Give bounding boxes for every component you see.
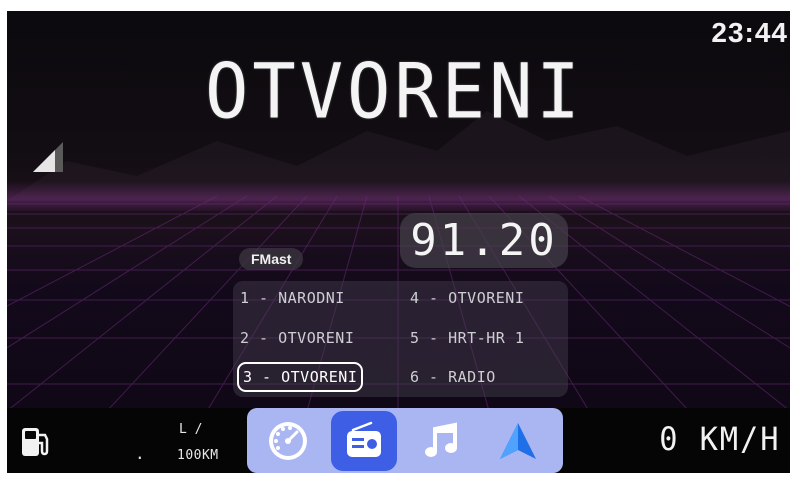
fuel-value: .	[135, 444, 145, 463]
radio-screen: 23:44 OTVORENI FMast 91.20 1 - NARODNI 2…	[7, 11, 790, 473]
radio-app-button[interactable]	[331, 411, 397, 471]
preset-3[interactable]: 3 - OTVORENI	[237, 362, 364, 392]
radio-icon	[347, 421, 381, 457]
preset-4[interactable]: 4 - OTVORENI	[410, 285, 524, 311]
fuel-unit: L /	[179, 422, 203, 437]
music-note-icon	[425, 422, 457, 457]
station-name: OTVORENI	[205, 46, 584, 136]
frequency-display[interactable]: 91.20	[400, 213, 568, 268]
navigation-arrow-icon	[500, 423, 536, 459]
presets-panel: 1 - NARODNI 2 - OTVORENI 3 - OTVORENI 4 …	[233, 281, 568, 397]
preset-5[interactable]: 5 - HRT-HR 1	[410, 325, 524, 351]
speed-readout: 0 KM/H	[659, 420, 781, 458]
preset-6[interactable]: 6 - RADIO	[410, 364, 496, 390]
app-dock	[247, 408, 563, 473]
clock: 23:44	[711, 17, 788, 48]
preset-2[interactable]: 2 - OTVORENI	[240, 325, 354, 351]
fuel-per-distance: 100KM	[177, 448, 219, 463]
music-app-button[interactable]	[409, 411, 475, 471]
dashboard-app-button[interactable]	[255, 411, 321, 471]
navigation-app-button[interactable]	[485, 411, 551, 471]
fuel-pump-icon	[22, 428, 49, 456]
speedometer-icon	[269, 422, 307, 460]
preset-1[interactable]: 1 - NARODNI	[240, 285, 345, 311]
frequency-value: 91.20	[410, 215, 558, 266]
rds-label: FMast	[239, 248, 304, 270]
signal-strength-icon	[33, 142, 63, 172]
bottom-bar: L / . 100KM 0 KM/H	[7, 408, 790, 473]
